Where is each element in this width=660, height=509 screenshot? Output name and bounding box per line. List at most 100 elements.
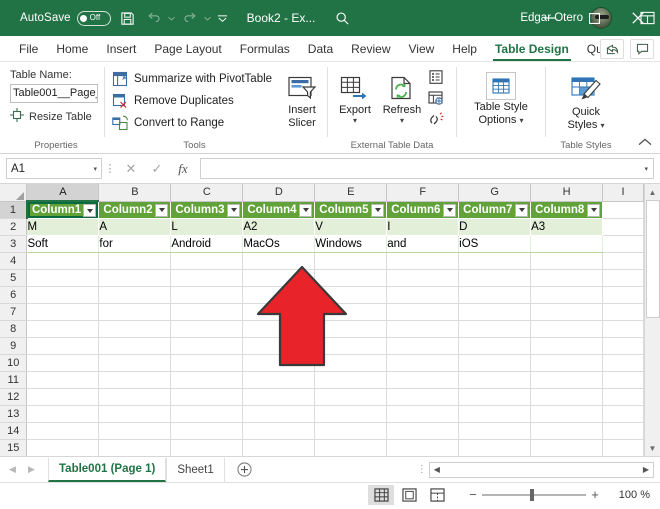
cell-d10[interactable] xyxy=(242,354,316,372)
scroll-up-icon[interactable]: ▲ xyxy=(645,184,660,200)
undo-icon[interactable] xyxy=(141,5,167,31)
cell-c7[interactable] xyxy=(170,303,244,321)
cell-a10[interactable] xyxy=(26,354,100,372)
cell-h10[interactable] xyxy=(530,354,604,372)
cell-b8[interactable] xyxy=(98,320,172,338)
export-button[interactable]: Export ▾ xyxy=(332,68,378,125)
filter-dropdown-icon[interactable] xyxy=(83,204,97,217)
cell-f8[interactable] xyxy=(386,320,460,338)
cell-h13[interactable] xyxy=(530,405,604,423)
cell-h3[interactable] xyxy=(530,235,604,253)
column-header-g[interactable]: G xyxy=(458,184,532,202)
customize-quick-access-icon[interactable] xyxy=(213,5,233,31)
add-sheet-icon[interactable] xyxy=(233,458,257,482)
filter-dropdown-icon[interactable] xyxy=(299,203,313,217)
cell-c14[interactable] xyxy=(170,422,244,440)
column-header-c[interactable]: C xyxy=(170,184,244,202)
cell-e3[interactable]: Windows xyxy=(314,235,388,253)
cell-a12[interactable] xyxy=(26,388,100,406)
cell-i12[interactable] xyxy=(602,388,644,406)
tab-insert[interactable]: Insert xyxy=(97,36,145,62)
cell-e11[interactable] xyxy=(314,371,388,389)
column-header-d[interactable]: D xyxy=(242,184,316,202)
cell-h15[interactable] xyxy=(530,439,604,456)
cell-c11[interactable] xyxy=(170,371,244,389)
column-header-h[interactable]: H xyxy=(530,184,604,202)
refresh-button[interactable]: Refresh ▾ xyxy=(378,68,426,125)
cell-g12[interactable] xyxy=(458,388,532,406)
cell-f13[interactable] xyxy=(386,405,460,423)
cell-d12[interactable] xyxy=(242,388,316,406)
filter-dropdown-icon[interactable] xyxy=(587,203,601,217)
cell-f12[interactable] xyxy=(386,388,460,406)
save-icon[interactable] xyxy=(115,5,141,31)
cell-f15[interactable] xyxy=(386,439,460,456)
cell-h6[interactable] xyxy=(530,286,604,304)
quick-styles-dropdown-icon[interactable]: ▾ xyxy=(601,121,605,130)
cell-e2[interactable]: V xyxy=(314,218,388,236)
insert-slicer-button[interactable]: Insert Slicer xyxy=(277,68,327,129)
table-header-cell-5[interactable]: Column5 xyxy=(314,201,388,219)
cell-f14[interactable] xyxy=(386,422,460,440)
cell-b13[interactable] xyxy=(98,405,172,423)
cell-e13[interactable] xyxy=(314,405,388,423)
vertical-scroll-track[interactable] xyxy=(645,200,660,440)
collapse-ribbon-icon[interactable] xyxy=(638,137,652,149)
cell-c2[interactable]: L xyxy=(170,218,244,236)
cell-e5[interactable] xyxy=(314,269,388,287)
cell-e12[interactable] xyxy=(314,388,388,406)
cell-g13[interactable] xyxy=(458,405,532,423)
cell-f7[interactable] xyxy=(386,303,460,321)
share-icon[interactable] xyxy=(600,38,624,59)
cell-f6[interactable] xyxy=(386,286,460,304)
close-icon[interactable] xyxy=(616,0,660,36)
cell-i6[interactable] xyxy=(602,286,644,304)
cell-c15[interactable] xyxy=(170,439,244,456)
refresh-dropdown-icon[interactable]: ▾ xyxy=(400,116,404,125)
cell-b10[interactable] xyxy=(98,354,172,372)
zoom-out-button[interactable]: − xyxy=(464,487,482,502)
table-header-cell-1[interactable]: Column1 xyxy=(26,201,100,219)
cell-g10[interactable] xyxy=(458,354,532,372)
zoom-in-button[interactable]: + xyxy=(586,487,604,502)
cell-a13[interactable] xyxy=(26,405,100,423)
tab-data[interactable]: Data xyxy=(299,36,342,62)
hscroll-left-icon[interactable]: ◀ xyxy=(430,465,444,474)
cell-h14[interactable] xyxy=(530,422,604,440)
cell-i15[interactable] xyxy=(602,439,644,456)
cell-c12[interactable] xyxy=(170,388,244,406)
row-header-5[interactable]: 5 xyxy=(0,269,28,287)
cell-e4[interactable] xyxy=(314,252,388,270)
cell-a8[interactable] xyxy=(26,320,100,338)
cell-c5[interactable] xyxy=(170,269,244,287)
cell-e6[interactable] xyxy=(314,286,388,304)
cell-c10[interactable] xyxy=(170,354,244,372)
tab-review[interactable]: Review xyxy=(342,36,399,62)
cell-g14[interactable] xyxy=(458,422,532,440)
cell-e7[interactable] xyxy=(314,303,388,321)
cell-d4[interactable] xyxy=(242,252,316,270)
cell-a7[interactable] xyxy=(26,303,100,321)
cell-e14[interactable] xyxy=(314,422,388,440)
tab-view[interactable]: View xyxy=(400,36,444,62)
cell-b15[interactable] xyxy=(98,439,172,456)
hscroll-right-icon[interactable]: ▶ xyxy=(639,465,653,474)
formula-bar-splitter[interactable]: ⋮ xyxy=(102,162,118,175)
row-header-14[interactable]: 14 xyxy=(0,422,28,440)
cell-a5[interactable] xyxy=(26,269,100,287)
cell-a4[interactable] xyxy=(26,252,100,270)
tab-file[interactable]: File xyxy=(10,36,47,62)
cell-h9[interactable] xyxy=(530,337,604,355)
row-header-4[interactable]: 4 xyxy=(0,252,28,270)
resize-table-button[interactable]: Resize Table xyxy=(10,108,104,125)
cell-a15[interactable] xyxy=(26,439,100,456)
cell-d11[interactable] xyxy=(242,371,316,389)
cell-i7[interactable] xyxy=(602,303,644,321)
cell-d9[interactable] xyxy=(242,337,316,355)
page-layout-view-icon[interactable] xyxy=(396,485,422,505)
cell-e10[interactable] xyxy=(314,354,388,372)
cell-g2[interactable]: D xyxy=(458,218,532,236)
row-header-2[interactable]: 2 xyxy=(0,218,28,236)
cell-b12[interactable] xyxy=(98,388,172,406)
sheet-tab-table001[interactable]: Table001 (Page 1) xyxy=(48,457,167,482)
